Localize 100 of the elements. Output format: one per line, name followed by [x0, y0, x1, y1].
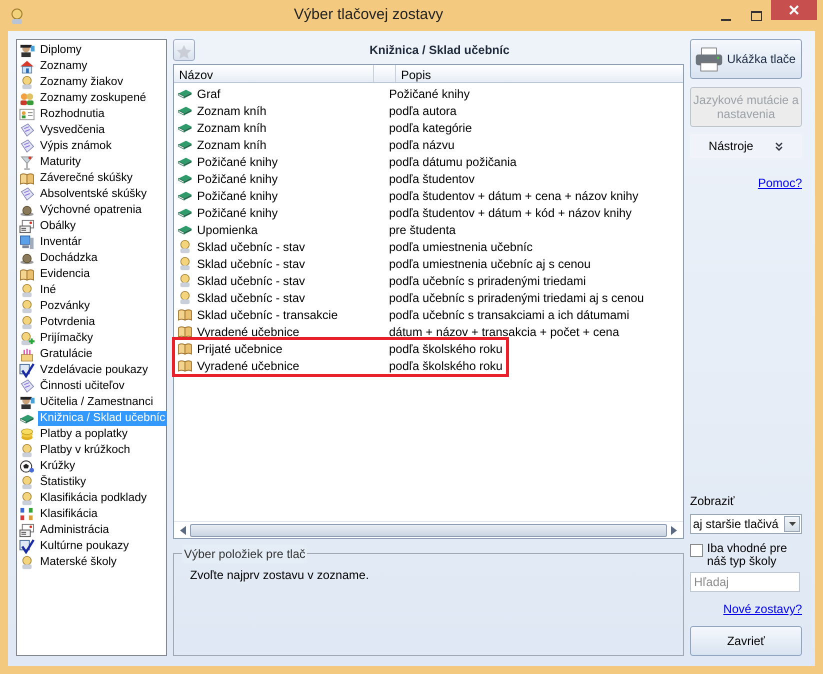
- report-description: Požičané knihy: [389, 86, 470, 100]
- window-title: Výber tlačovej zostavy: [292, 5, 444, 26]
- category-item[interactable]: Obálky: [38, 218, 78, 234]
- category-item[interactable]: Vysvedčenia: [38, 122, 107, 138]
- report-description: podľa učebníc s priradenými triedami: [389, 274, 586, 288]
- open-book-icon: [19, 170, 35, 186]
- certificate-icon: [19, 186, 35, 202]
- group-message: Zvoľte najprv zostavu v zozname.: [190, 567, 370, 584]
- report-name[interactable]: Vyradené učebnice: [197, 322, 300, 340]
- report-name[interactable]: Upomienka: [197, 220, 258, 238]
- report-description: podľa študentov + dátum + kód + názov knihy: [389, 206, 632, 220]
- category-item[interactable]: Inventár: [38, 234, 84, 250]
- ball-icon: [19, 458, 35, 474]
- report-name[interactable]: Požičané knihy: [197, 170, 278, 188]
- category-item[interactable]: Štatistiky: [38, 474, 88, 490]
- open-book-icon: [177, 341, 193, 356]
- teacher-icon: [19, 42, 35, 58]
- report-name[interactable]: Sklad učebníc - stav: [197, 254, 306, 272]
- scroll-left-icon[interactable]: [180, 526, 186, 534]
- category-item[interactable]: Platby a poplatky: [38, 426, 130, 442]
- report-description: podľa študentov: [389, 172, 475, 186]
- category-item[interactable]: Potvrdenia: [38, 314, 97, 330]
- teacher-icon: [19, 394, 35, 410]
- report-description: podľa študentov + dátum + cena + názov knihy: [389, 188, 638, 202]
- report-name[interactable]: Sklad učebníc - stav: [197, 288, 306, 306]
- numbers-icon: [19, 506, 35, 522]
- category-item[interactable]: Dochádzka: [38, 250, 100, 266]
- certificate-icon: [19, 138, 35, 154]
- category-item[interactable]: Klasifikácia: [38, 506, 100, 522]
- report-name[interactable]: Sklad učebníc - stav: [197, 238, 306, 256]
- report-name[interactable]: Sklad učebníc - stav: [197, 272, 306, 290]
- id-card-icon: [19, 106, 35, 122]
- category-item[interactable]: Iné: [38, 282, 58, 298]
- close-dialog-button[interactable]: Zavrieť: [690, 626, 802, 656]
- report-description: pre študenta: [389, 222, 456, 236]
- report-name[interactable]: Sklad učebníc - transakcie: [197, 306, 338, 324]
- category-item[interactable]: Zoznamy žiakov: [38, 74, 126, 90]
- filter-label: Zobraziť: [690, 493, 736, 510]
- open-book-icon: [19, 266, 35, 282]
- person-icon: [19, 330, 35, 346]
- category-item[interactable]: Výchovné opatrenia: [38, 202, 144, 218]
- category-item[interactable]: Rozhodnutia: [38, 106, 107, 122]
- category-item[interactable]: Záverečné skúšky: [38, 170, 135, 186]
- report-description: podľa názvu: [389, 138, 455, 152]
- coins-icon: [19, 426, 35, 442]
- checkbox-label: Iba vhodné pre náš typ školy: [707, 542, 788, 568]
- category-item[interactable]: Pozvánky: [38, 298, 92, 314]
- scroll-right-icon[interactable]: [671, 526, 677, 534]
- report-name[interactable]: Zoznam kníh: [197, 102, 266, 120]
- report-name[interactable]: Zoznam kníh: [197, 118, 266, 136]
- printer-icon: [695, 46, 723, 72]
- category-item[interactable]: Diplomy: [38, 42, 84, 58]
- report-name[interactable]: Požičané knihy: [197, 152, 278, 170]
- category-item[interactable]: Klasifikácia podklady: [38, 490, 149, 506]
- category-item[interactable]: Absolventské skúšky: [38, 186, 149, 202]
- scrollbar-thumb[interactable]: [190, 524, 667, 536]
- report-description: podľa školského roku: [389, 342, 503, 356]
- new-reports-link[interactable]: Nové zostavy?: [690, 600, 802, 618]
- report-name[interactable]: Požičané knihy: [197, 186, 278, 204]
- report-name[interactable]: Graf: [197, 84, 220, 102]
- category-item[interactable]: Učitelia / Zamestnanci: [38, 394, 156, 410]
- report-description: podľa umiestnenia učebníc aj s cenou: [389, 256, 591, 270]
- certificate-icon: [19, 378, 35, 394]
- category-item[interactable]: Krúžky: [38, 458, 78, 474]
- category-item[interactable]: Kultúrne poukazy: [38, 538, 131, 554]
- close-icon: [789, 5, 799, 15]
- filter-dropdown[interactable]: aj staršie tlačivá: [690, 514, 802, 534]
- category-item[interactable]: Platby v krúžkoch: [38, 442, 132, 458]
- category-item[interactable]: Maturity: [38, 154, 83, 170]
- report-description: dátum + názov + transakcia + počet + cena: [389, 324, 620, 338]
- school-type-checkbox[interactable]: [690, 544, 703, 557]
- people-icon: [19, 90, 35, 106]
- report-description: podľa dátumu požičania: [389, 154, 517, 168]
- category-item[interactable]: Materské školy: [38, 554, 119, 570]
- report-description: podľa školského roku: [389, 358, 503, 372]
- report-name[interactable]: Zoznam kníh: [197, 136, 266, 154]
- close-button[interactable]: [771, 0, 817, 20]
- report-name[interactable]: Vyradené učebnice: [197, 356, 300, 374]
- report-description: podľa kategórie: [389, 120, 472, 134]
- column-header[interactable]: Názov: [174, 65, 374, 82]
- certificate-icon: [19, 122, 35, 138]
- category-item[interactable]: Prijímačky: [38, 330, 96, 346]
- help-link[interactable]: Pomoc?: [690, 174, 802, 192]
- category-item[interactable]: Evidencia: [38, 266, 92, 282]
- open-book-icon: [177, 307, 193, 322]
- column-header[interactable]: Popis: [396, 65, 683, 82]
- category-item[interactable]: Výpis známok: [38, 138, 114, 154]
- category-item[interactable]: Činnosti učiteľov: [38, 378, 127, 394]
- report-name[interactable]: Prijaté učebnice: [197, 340, 282, 358]
- category-item[interactable]: Zoznamy zoskupené: [38, 90, 148, 106]
- report-description: podľa učebníc s priradenými triedami aj s cenou: [389, 290, 644, 304]
- print-preview-button[interactable]: Ukážka tlače: [690, 39, 802, 79]
- report-name[interactable]: Požičané knihy: [197, 204, 278, 222]
- tools-bar[interactable]: Nástroje: [690, 134, 802, 158]
- category-item[interactable]: Gratulácie: [38, 346, 94, 362]
- report-description: podľa umiestnenia učebníc: [389, 240, 533, 254]
- category-item[interactable]: Vzdelávacie poukazy: [38, 362, 150, 378]
- category-item[interactable]: Administrácia: [38, 522, 112, 538]
- search-field[interactable]: Hľadaj: [690, 572, 800, 592]
- category-item[interactable]: Zoznamy: [38, 58, 90, 74]
